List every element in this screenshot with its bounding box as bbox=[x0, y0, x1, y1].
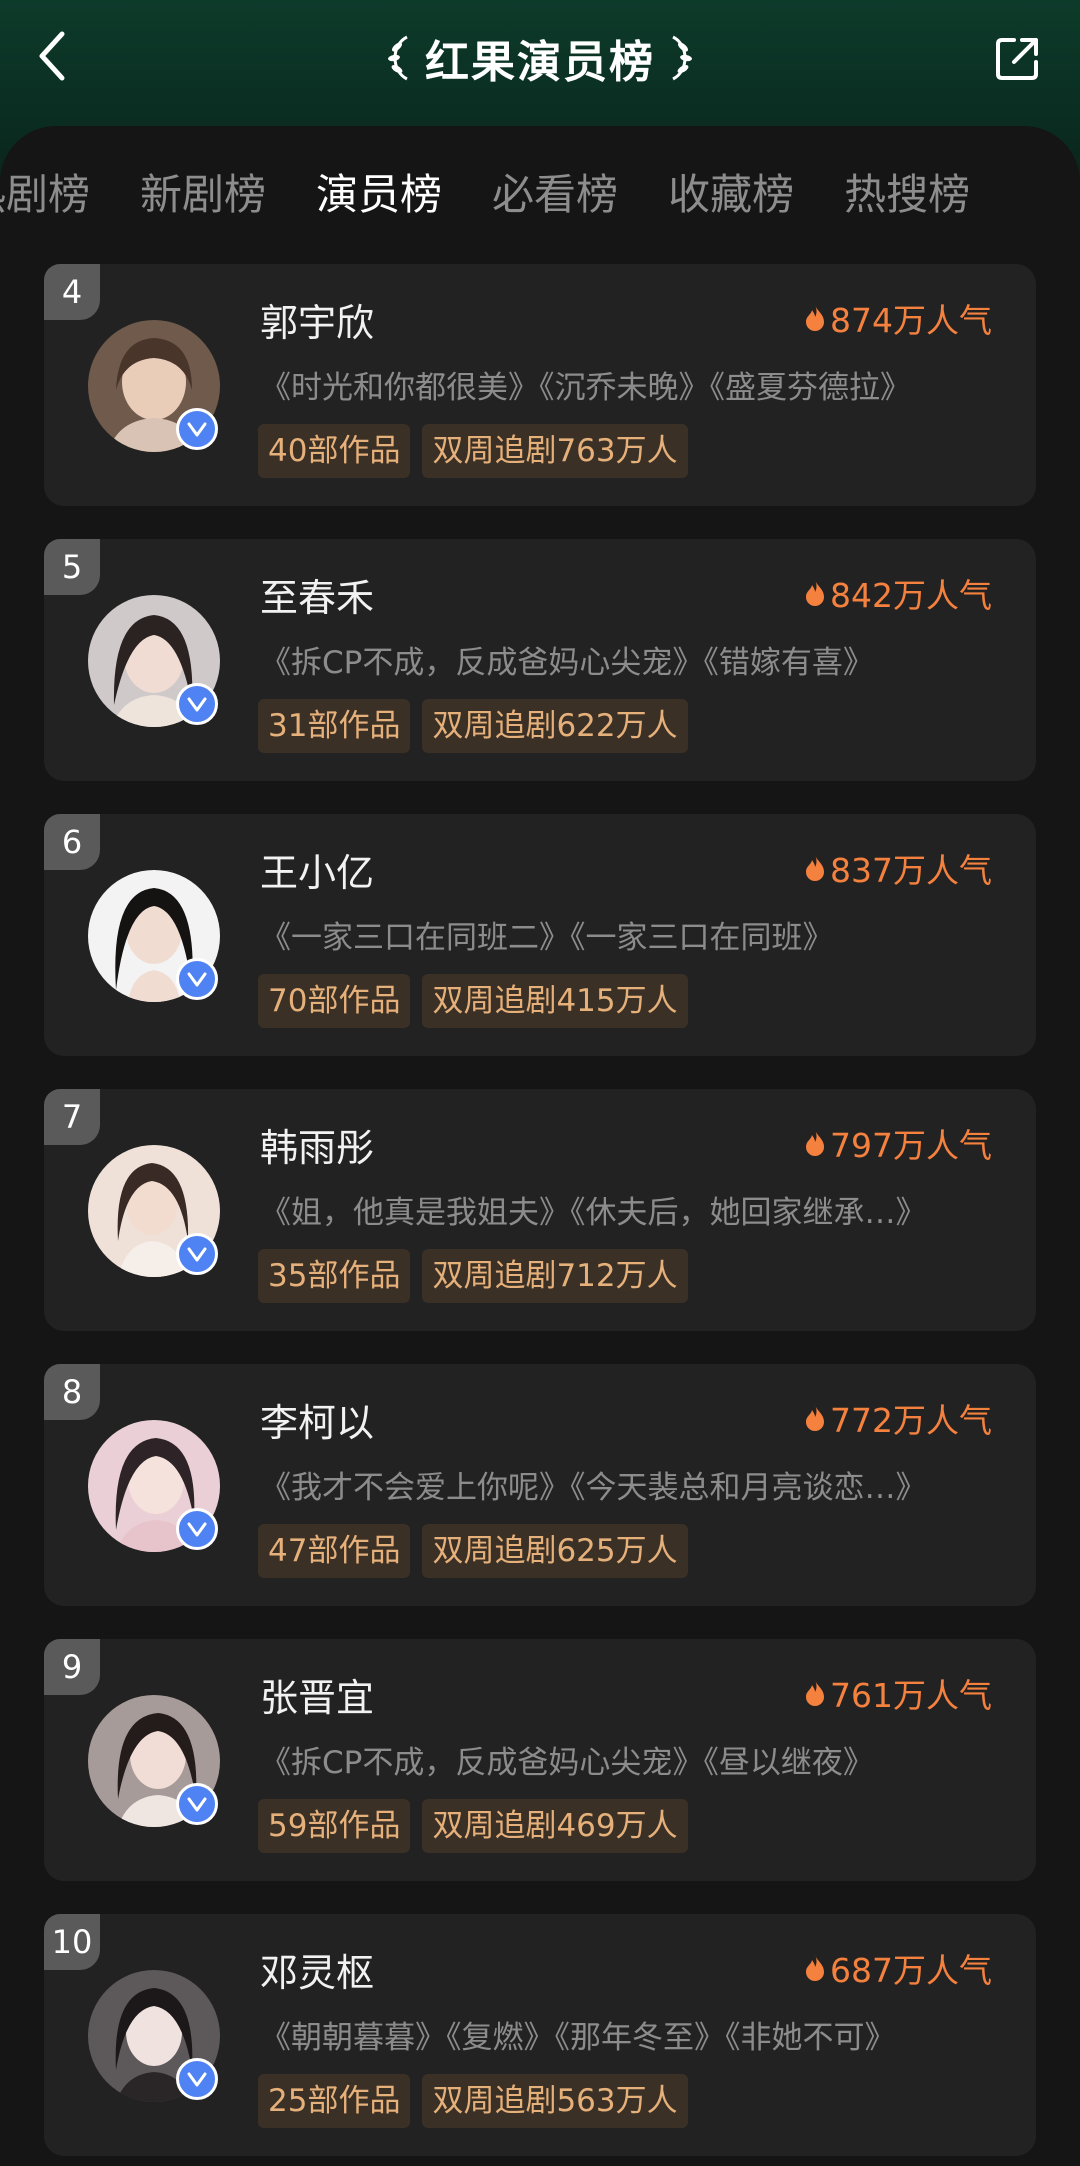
verified-badge-icon bbox=[176, 1508, 218, 1550]
popularity: 761万人气 bbox=[804, 1669, 992, 1717]
followers-badge: 双周追剧763万人 bbox=[422, 424, 688, 478]
actor-card[interactable]: 6 王小亿 837万人气 《一家三口在同班二》《一家三口在同班》 70部作品 双… bbox=[44, 814, 1036, 1056]
rank-badge: 7 bbox=[44, 1089, 100, 1145]
share-button[interactable] bbox=[986, 26, 1050, 90]
page-title-wrap: 红果演员榜 bbox=[0, 28, 1080, 88]
popularity-value: 837万人气 bbox=[830, 851, 992, 890]
works-list: 《时光和你都很美》《沉乔未晚》《盛夏芬德拉》 bbox=[260, 370, 911, 406]
followers-badge: 双周追剧415万人 bbox=[422, 974, 688, 1028]
actor-card[interactable]: 7 韩雨彤 797万人气 《姐，他真是我姐夫》《休夫后，她回家继承…》 35部作… bbox=[44, 1089, 1036, 1331]
tab-actors[interactable]: 演员榜 bbox=[316, 160, 442, 230]
works-count-badge: 40部作品 bbox=[258, 424, 411, 478]
works-count-badge: 70部作品 bbox=[258, 974, 411, 1028]
actor-card[interactable]: 5 至春禾 842万人气 《拆CP不成，反成爸妈心尖宠》《错嫁有喜》 31部作品… bbox=[44, 539, 1036, 781]
actor-name: 郭宇欣 bbox=[260, 301, 375, 345]
followers-badge: 双周追剧563万人 bbox=[422, 2074, 688, 2128]
ranking-tabs: 热剧榜 新剧榜 演员榜 必看榜 收藏榜 热搜榜 bbox=[0, 160, 1080, 230]
popularity-value: 772万人气 bbox=[830, 1401, 992, 1440]
works-list: 《拆CP不成，反成爸妈心尖宠》《错嫁有喜》 bbox=[260, 645, 874, 681]
popularity-value: 687万人气 bbox=[830, 1951, 992, 1990]
actor-name: 邓灵枢 bbox=[260, 1951, 375, 1995]
followers-badge: 双周追剧625万人 bbox=[422, 1524, 688, 1578]
works-list: 《朝朝暮暮》《复燃》《那年冬至》《非她不可》 bbox=[260, 2020, 896, 2056]
actor-name: 李柯以 bbox=[260, 1401, 375, 1445]
rank-badge: 6 bbox=[44, 814, 100, 870]
flame-icon bbox=[806, 580, 824, 606]
works-list: 《我才不会爱上你呢》《今天裴总和月亮谈恋…》 bbox=[260, 1470, 927, 1506]
tab-must-watch[interactable]: 必看榜 bbox=[492, 160, 618, 230]
popularity: 837万人气 bbox=[804, 844, 992, 892]
verified-badge-icon bbox=[176, 683, 218, 725]
works-list: 《拆CP不成，反成爸妈心尖宠》《昼以继夜》 bbox=[260, 1745, 874, 1781]
verified-badge-icon bbox=[176, 408, 218, 450]
verified-badge-icon bbox=[176, 958, 218, 1000]
popularity: 772万人气 bbox=[804, 1394, 992, 1442]
page-title: 红果演员榜 bbox=[425, 37, 655, 88]
actor-name: 王小亿 bbox=[260, 851, 375, 895]
flame-icon bbox=[806, 855, 824, 881]
actor-name: 张晋宜 bbox=[260, 1676, 375, 1720]
laurel-left-icon bbox=[388, 35, 408, 81]
actor-card[interactable]: 8 李柯以 772万人气 《我才不会爱上你呢》《今天裴总和月亮谈恋…》 47部作… bbox=[44, 1364, 1036, 1606]
header: 红果演员榜 bbox=[0, 0, 1080, 120]
followers-badge: 双周追剧712万人 bbox=[422, 1249, 688, 1303]
tab-favorites[interactable]: 收藏榜 bbox=[668, 160, 794, 230]
followers-badge: 双周追剧622万人 bbox=[422, 699, 688, 753]
works-list: 《一家三口在同班二》《一家三口在同班》 bbox=[260, 920, 834, 956]
actor-name: 至春禾 bbox=[260, 576, 375, 620]
laurel-right-icon bbox=[672, 35, 692, 81]
popularity-value: 761万人气 bbox=[830, 1676, 992, 1715]
share-icon bbox=[996, 38, 1038, 80]
actor-card[interactable]: 4 郭宇欣 874万人气 《时光和你都很美》《沉乔未晚》《盛夏芬德拉》 40部作… bbox=[44, 264, 1036, 506]
rank-badge: 10 bbox=[44, 1914, 100, 1970]
rank-badge: 9 bbox=[44, 1639, 100, 1695]
rank-badge: 8 bbox=[44, 1364, 100, 1420]
works-count-badge: 35部作品 bbox=[258, 1249, 411, 1303]
works-count-badge: 31部作品 bbox=[258, 699, 411, 753]
rank-badge: 4 bbox=[44, 264, 100, 320]
popularity: 797万人气 bbox=[804, 1119, 992, 1167]
flame-icon bbox=[806, 1955, 824, 1981]
actor-name: 韩雨彤 bbox=[260, 1126, 375, 1170]
tab-hot-drama[interactable]: 热剧榜 bbox=[0, 160, 90, 230]
flame-icon bbox=[806, 1405, 824, 1431]
tab-new-drama[interactable]: 新剧榜 bbox=[140, 160, 266, 230]
tab-trending[interactable]: 热搜榜 bbox=[844, 160, 970, 230]
flame-icon bbox=[806, 1130, 824, 1156]
verified-badge-icon bbox=[176, 2058, 218, 2100]
rank-badge: 5 bbox=[44, 539, 100, 595]
popularity: 842万人气 bbox=[804, 569, 992, 617]
works-list: 《姐，他真是我姐夫》《休夫后，她回家继承…》 bbox=[260, 1195, 927, 1231]
verified-badge-icon bbox=[176, 1233, 218, 1275]
followers-badge: 双周追剧469万人 bbox=[422, 1799, 688, 1853]
flame-icon bbox=[806, 1680, 824, 1706]
works-count-badge: 47部作品 bbox=[258, 1524, 411, 1578]
actor-card[interactable]: 9 张晋宜 761万人气 《拆CP不成，反成爸妈心尖宠》《昼以继夜》 59部作品… bbox=[44, 1639, 1036, 1881]
popularity: 874万人气 bbox=[804, 294, 992, 342]
works-count-badge: 25部作品 bbox=[258, 2074, 411, 2128]
verified-badge-icon bbox=[176, 1783, 218, 1825]
flame-icon bbox=[806, 305, 824, 331]
popularity: 687万人气 bbox=[804, 1944, 992, 1992]
popularity-value: 874万人气 bbox=[830, 301, 992, 340]
popularity-value: 842万人气 bbox=[830, 576, 992, 615]
popularity-value: 797万人气 bbox=[830, 1126, 992, 1165]
actor-card[interactable]: 10 邓灵枢 687万人气 《朝朝暮暮》《复燃》《那年冬至》《非她不可》 25部… bbox=[44, 1914, 1036, 2156]
works-count-badge: 59部作品 bbox=[258, 1799, 411, 1853]
